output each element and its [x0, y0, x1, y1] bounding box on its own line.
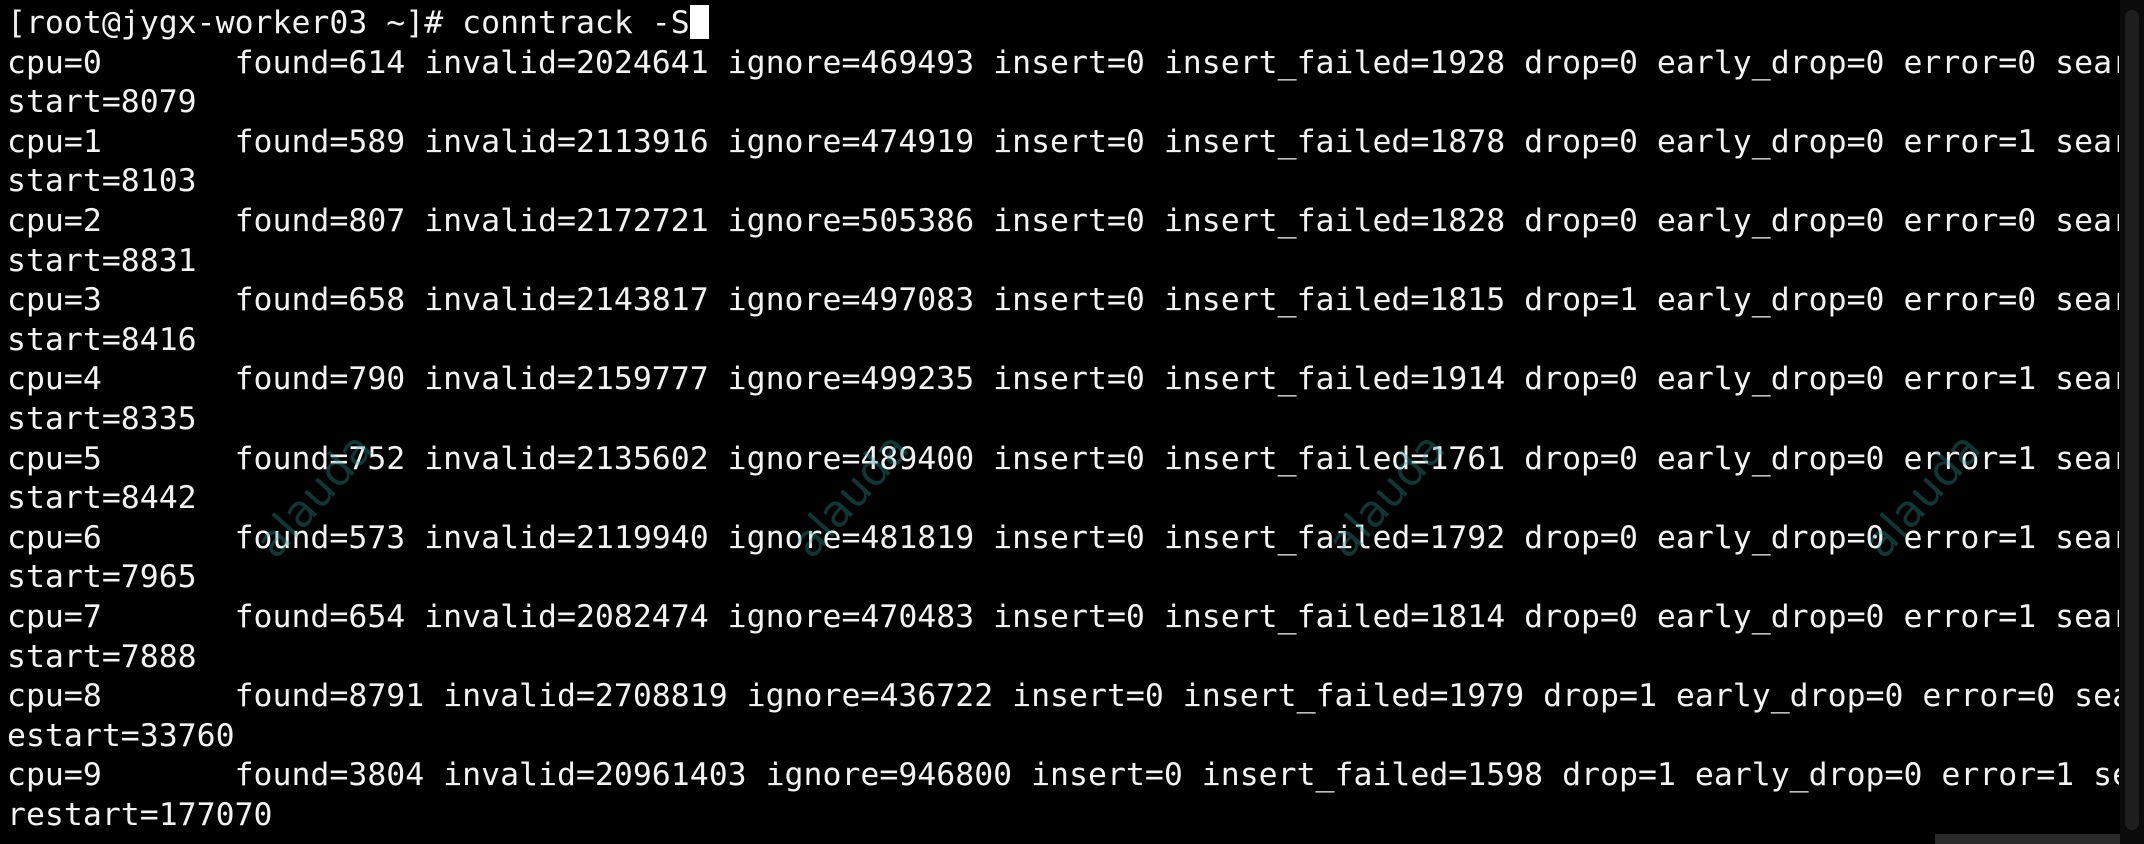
command-text: conntrack -S: [462, 5, 690, 41]
output-line: cpu=0 found=614 invalid=2024641 ignore=4…: [7, 44, 2119, 81]
output-line: start=8103: [7, 163, 197, 200]
output-line: start=8079: [7, 84, 197, 121]
output-line: start=7965: [7, 559, 197, 596]
scrollbar-thumb[interactable]: [2125, 10, 2139, 830]
terminal-window[interactable]: [root@jygx-worker03 ~]# conntrack -S cpu=…: [0, 0, 2144, 844]
output-line: cpu=8 found=8791 invalid=2708819 ignore=…: [7, 678, 2119, 715]
output-line: estart=33760: [7, 717, 235, 754]
output-line: cpu=2 found=807 invalid=2172721 ignore=5…: [7, 202, 2119, 239]
output-line: cpu=6 found=573 invalid=2119940 ignore=4…: [7, 519, 2119, 556]
horizontal-scrollbar-thumb[interactable]: [1935, 834, 2120, 844]
output-line: cpu=3 found=658 invalid=2143817 ignore=4…: [7, 282, 2119, 319]
shell-prompt: [root@jygx-worker03 ~]#: [7, 5, 463, 41]
output-line: restart=177070: [7, 796, 273, 833]
output-line: cpu=4 found=790 invalid=2159777 ignore=4…: [7, 361, 2119, 398]
output-line: cpu=1 found=589 invalid=2113916 ignore=4…: [7, 123, 2119, 160]
terminal-output: [root@jygx-worker03 ~]# conntrack -S cpu=…: [7, 4, 2119, 835]
output-line: cpu=7 found=654 invalid=2082474 ignore=4…: [7, 598, 2119, 635]
output-line: cpu=9 found=3804 invalid=20961403 ignore…: [7, 757, 2119, 794]
output-line: start=8416: [7, 321, 197, 358]
prompt-line[interactable]: [root@jygx-worker03 ~]# conntrack -S: [7, 4, 2119, 44]
output-line: start=8831: [7, 242, 197, 279]
output-line: start=8335: [7, 400, 197, 437]
output-line: start=8442: [7, 480, 197, 517]
text-cursor: [689, 5, 709, 39]
output-line: cpu=5 found=752 invalid=2135602 ignore=4…: [7, 440, 2119, 477]
output-line: start=7888: [7, 638, 197, 675]
